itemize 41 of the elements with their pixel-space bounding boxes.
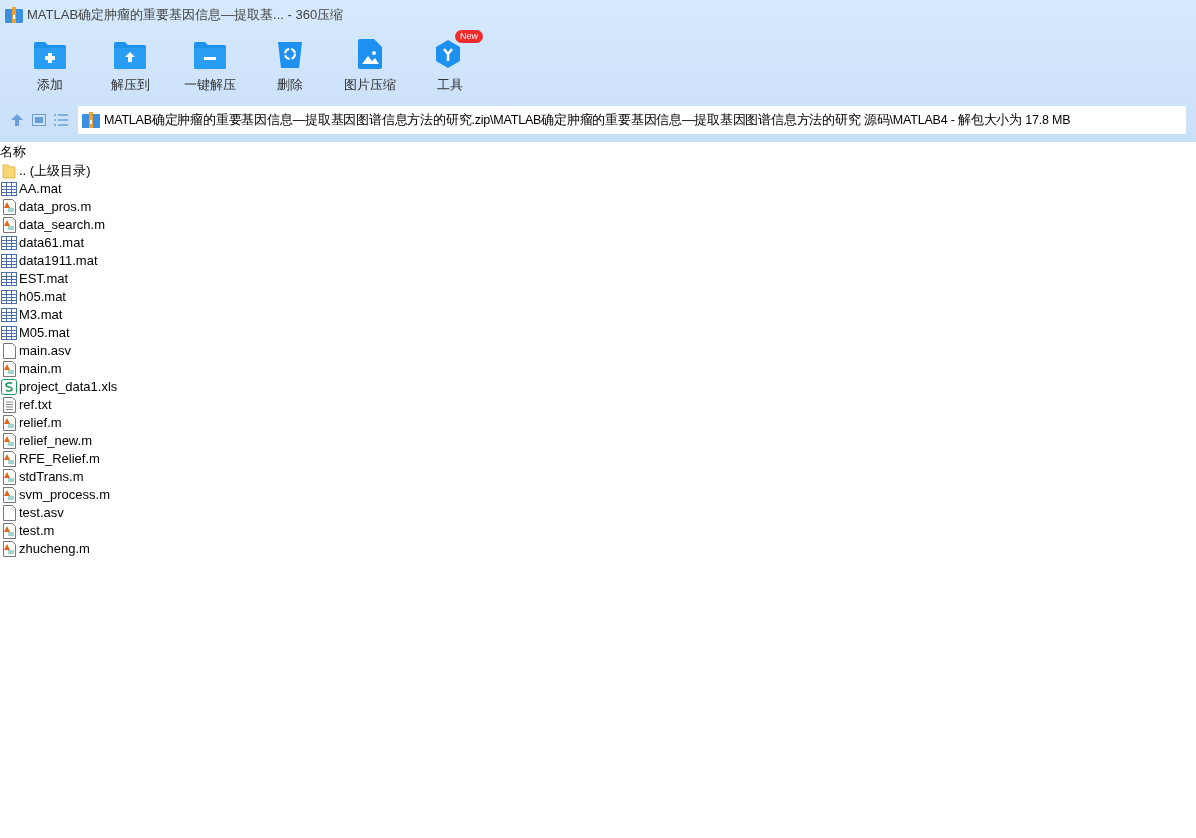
file-name[interactable]: relief.m [19, 413, 62, 433]
toolbar-button[interactable]: 删除 [250, 30, 330, 94]
new-badge: New [455, 30, 483, 43]
toolbar-button[interactable]: 添加 [10, 30, 90, 94]
archive-icon [82, 112, 100, 128]
image-file-icon [358, 38, 382, 69]
up-arrow-icon[interactable] [10, 113, 24, 127]
toolbar-button[interactable]: 图片压缩 [330, 30, 410, 94]
file-name[interactable]: h05.mat [19, 287, 66, 307]
file-name[interactable]: data61.mat [19, 233, 85, 253]
file-name[interactable]: relief_new.m [19, 431, 92, 451]
file-name[interactable]: svm_process.m [19, 485, 111, 505]
folder-icon [2, 163, 16, 179]
file-name[interactable]: .. (上级目录) [19, 161, 91, 181]
file-name[interactable]: M3.mat [19, 305, 63, 325]
toolbar-button[interactable]: 一键解压 [170, 30, 250, 94]
file-name[interactable]: data_search.m [19, 215, 105, 235]
folder-plus-icon [34, 40, 66, 69]
toolbar-button[interactable]: 解压到 [90, 30, 170, 94]
folder-minus-icon [194, 40, 226, 69]
file-name[interactable]: M05.mat [19, 323, 70, 343]
column-header[interactable]: 名称 [0, 142, 26, 162]
folder-upload-icon [114, 40, 146, 69]
thumbnail-view-icon[interactable] [32, 114, 46, 126]
file-name[interactable]: EST.mat [19, 269, 69, 289]
address-bar[interactable]: MATLAB确定肿瘤的重要基因信息—提取基因图谱信息方法的研究.zip\MATLAB确定肿瘤的重要基因信息—提取基因图谱信息方法的研究 源码\MATLAB4 - 解包大小为 17.8 MB [78, 106, 1186, 134]
file-name[interactable]: stdTrans.m [19, 467, 84, 487]
file-name[interactable]: data1911.mat [19, 251, 98, 271]
file-name[interactable]: zhucheng.m [19, 539, 90, 559]
window-title: MATLAB确定肿瘤的重要基因信息—提取基... - 360压缩 [27, 6, 344, 25]
file-name[interactable]: RFE_Relief.m [19, 449, 100, 469]
file-name[interactable]: main.asv [19, 341, 72, 361]
file-name[interactable]: test.asv [19, 503, 64, 523]
file-name[interactable]: project_data1.xls [19, 377, 118, 397]
file-name[interactable]: main.m [19, 359, 62, 379]
list-view-icon[interactable] [54, 114, 68, 126]
file-name[interactable]: ref.txt [19, 395, 52, 415]
file-name[interactable]: test.m [19, 521, 55, 541]
file-name[interactable]: data_pros.m [19, 197, 92, 217]
file-name[interactable]: AA.mat [19, 179, 62, 199]
archive-icon [5, 7, 23, 23]
